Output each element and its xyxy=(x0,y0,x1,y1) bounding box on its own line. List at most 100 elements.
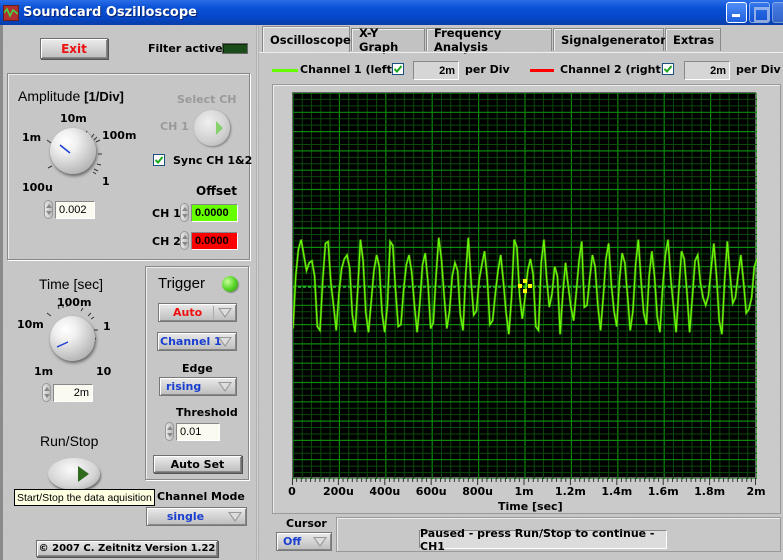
x-tick-label: 2m xyxy=(746,485,766,498)
offset-ch1-spinner[interactable] xyxy=(180,203,189,222)
oscilloscope-app-icon xyxy=(3,4,19,21)
oscilloscope-plot[interactable] xyxy=(292,92,757,479)
offset-ch2-field[interactable]: 0.0000 xyxy=(180,231,238,250)
x-tick-label: 800u xyxy=(462,485,493,498)
x-axis-title: Time [sec] xyxy=(498,500,563,513)
trigger-marker-dot xyxy=(523,289,527,293)
tab-label: Extras xyxy=(673,33,715,47)
offset-ch1-field[interactable]: 0.0000 xyxy=(180,203,238,222)
oscilloscope-plot-svg xyxy=(293,93,757,479)
x-tick-label: 400u xyxy=(369,485,401,498)
auto-set-button[interactable]: Auto Set xyxy=(153,455,242,473)
channel-mode-dropdown[interactable]: single xyxy=(146,507,247,526)
runstop-tooltip: Start/Stop the data aquisition xyxy=(14,489,155,506)
offset-ch1-value[interactable]: 0.0000 xyxy=(191,203,238,222)
time-tick-1: 1 xyxy=(103,320,111,333)
tab-label: X-Y Graph xyxy=(359,26,399,54)
amplitude-tick-1: 1 xyxy=(102,175,110,188)
runstop-label: Run/Stop xyxy=(40,433,99,449)
dropdown-separator xyxy=(213,306,214,319)
checkmark-icon xyxy=(663,65,673,73)
threshold-label: Threshold xyxy=(176,406,238,419)
amplitude-spinner[interactable] xyxy=(44,200,53,219)
trigger-marker-dot xyxy=(528,284,532,288)
threshold-spinner[interactable] xyxy=(165,422,174,441)
threshold-value[interactable]: 0.01 xyxy=(176,422,220,441)
amplitude-title: Amplitude [1/Div] xyxy=(18,88,124,104)
time-value-field[interactable]: 2m xyxy=(42,383,93,402)
threshold-field[interactable]: 0.01 xyxy=(165,422,220,441)
ch1-checkbox[interactable] xyxy=(392,63,404,75)
checkmark-icon xyxy=(393,65,403,73)
cursor-value: Off xyxy=(283,535,302,548)
offset-ch2-value[interactable]: 0.0000 xyxy=(191,231,238,250)
amplitude-knob[interactable] xyxy=(50,128,96,174)
amplitude-tick-100u: 100u xyxy=(22,181,53,194)
exit-button[interactable]: Exit xyxy=(40,38,108,59)
auto-set-label: Auto Set xyxy=(170,457,225,471)
play-icon xyxy=(216,121,223,135)
chevron-down-icon xyxy=(218,382,232,392)
amplitude-tick-1m: 1m xyxy=(22,131,42,144)
ch1-per-div-value[interactable]: 2m xyxy=(413,61,459,80)
offset-ch2-spinner[interactable] xyxy=(180,231,189,250)
select-ch-label: Select CH xyxy=(177,93,237,106)
trigger-channel-dropdown[interactable]: Channel 1 xyxy=(157,332,237,351)
window-titlebar: Soundcard Oszilloscope xyxy=(0,0,783,25)
window-title: Soundcard Oszilloscope xyxy=(23,5,197,20)
amplitude-tick-10m: 10m xyxy=(60,112,87,125)
ch2-per-div-value[interactable]: 2m xyxy=(684,61,730,80)
edge-label: Edge xyxy=(182,362,213,375)
offset-title: Offset xyxy=(196,184,237,198)
time-knob[interactable] xyxy=(50,316,95,361)
tab-signalgenerator[interactable]: Signalgenerator xyxy=(553,28,666,51)
tab-oscilloscope[interactable]: Oscilloscope xyxy=(262,26,351,52)
play-icon xyxy=(78,466,89,482)
filter-active-led xyxy=(222,43,248,54)
time-title: Time [sec] xyxy=(39,276,104,292)
tab-label: Oscilloscope xyxy=(270,32,351,47)
ch1-per-div-label: per Div xyxy=(465,63,510,76)
time-value[interactable]: 2m xyxy=(53,383,93,402)
amplitude-value[interactable]: 0.002 xyxy=(55,200,95,219)
tab-extras[interactable]: Extras xyxy=(665,28,721,51)
trigger-marker-dot xyxy=(518,284,522,288)
trigger-marker-dot xyxy=(523,279,527,283)
close-button[interactable] xyxy=(772,2,783,23)
ch1-label: Channel 1 (left) xyxy=(300,63,397,76)
window-border xyxy=(0,25,3,560)
ch2-per-div-label: per Div xyxy=(736,63,781,76)
cursor-dropdown[interactable]: Off xyxy=(276,532,332,551)
amplitude-unit: [1/Div] xyxy=(84,89,124,104)
tab-xy-graph[interactable]: X-Y Graph xyxy=(351,26,425,54)
channel-mode-label: Channel Mode xyxy=(157,490,245,503)
trigger-mode-value: Auto xyxy=(173,306,203,319)
amplitude-title-text: Amplitude xyxy=(18,88,81,104)
x-tick-label: 1.8m xyxy=(694,485,726,498)
tab-frequency-analysis[interactable]: Frequency Analysis xyxy=(426,26,552,54)
ch2-checkbox[interactable] xyxy=(662,63,674,75)
copyright-text: © 2007 C. Zeitnitz Version 1.22 xyxy=(38,543,216,554)
runstop-button[interactable] xyxy=(48,458,100,490)
x-tick-label: 0 xyxy=(288,485,296,498)
status-text: Paused - press Run/Stop to continue - CH… xyxy=(419,527,667,553)
sync-ch-checkbox[interactable] xyxy=(153,154,165,166)
panel-divider xyxy=(256,25,259,560)
select-ch-value: CH 1 xyxy=(160,120,189,133)
time-tick-10: 10 xyxy=(96,365,112,378)
x-tick-label: 1.4m xyxy=(601,485,633,498)
ch1-legend-line xyxy=(272,69,298,72)
x-tick-label: 1m xyxy=(514,485,534,498)
select-ch-toggle[interactable] xyxy=(194,110,230,146)
tab-label: Signalgenerator xyxy=(561,33,666,47)
x-tick-label: 200u xyxy=(322,485,354,498)
filter-active-label: Filter active xyxy=(148,42,223,55)
time-spinner[interactable] xyxy=(42,383,51,402)
trigger-mode-dropdown[interactable]: Auto xyxy=(158,303,237,322)
x-tick-label: 1.2m xyxy=(554,485,586,498)
amplitude-value-field[interactable]: 0.002 xyxy=(44,200,95,219)
trigger-edge-dropdown[interactable]: rising xyxy=(159,377,237,396)
maximize-button[interactable] xyxy=(749,2,770,23)
minimize-button[interactable] xyxy=(726,2,747,23)
x-tick-label: 600u xyxy=(415,485,447,498)
